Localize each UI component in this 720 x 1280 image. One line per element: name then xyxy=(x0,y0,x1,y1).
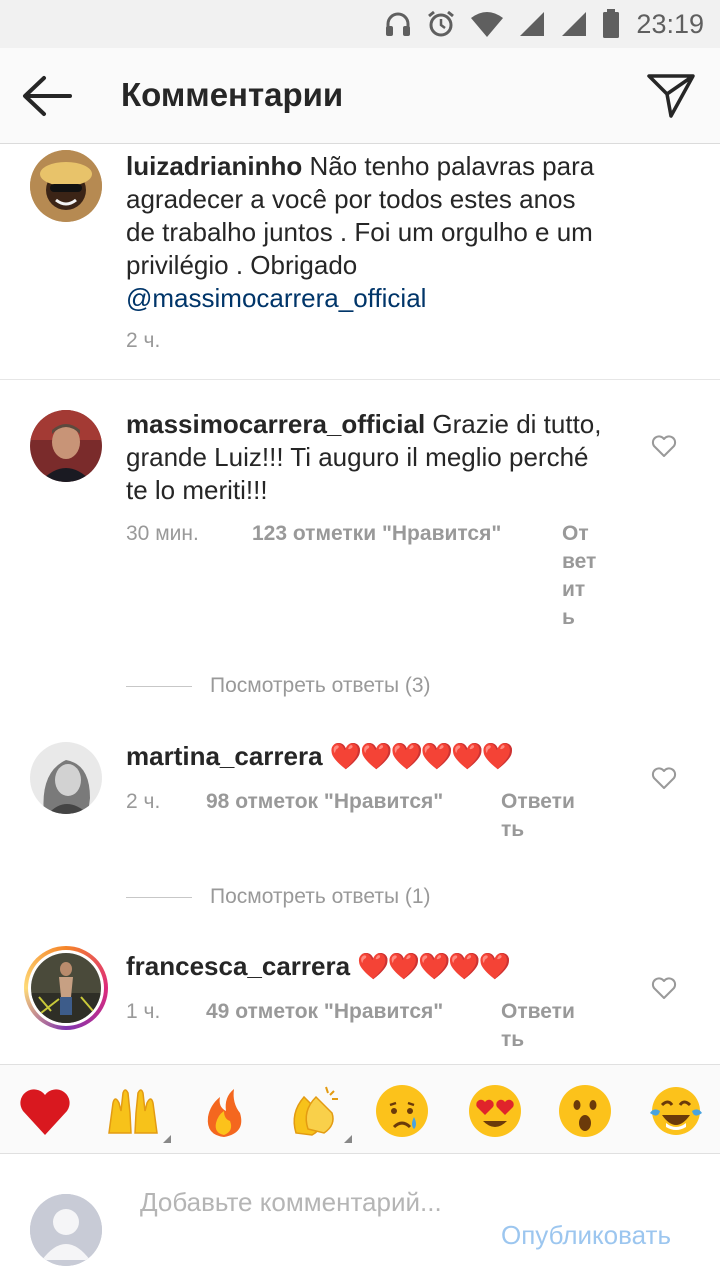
paper-plane-icon xyxy=(647,74,695,118)
status-time: 23:19 xyxy=(636,8,704,39)
comment-time: 1 ч. xyxy=(126,1000,161,1023)
comment-username[interactable]: luizadrianinho xyxy=(126,151,302,181)
wifi-icon xyxy=(471,12,504,37)
headphones-icon xyxy=(386,12,411,36)
tears-of-joy-emoji-button[interactable] xyxy=(648,1083,704,1139)
crying-face-icon xyxy=(376,1085,428,1137)
publish-button[interactable]: Опубликовать xyxy=(501,1220,671,1251)
comment-text: francesca_carrera ❤️❤️❤️❤️❤️ xyxy=(126,950,606,983)
back-arrow-icon xyxy=(23,76,72,116)
comment-time: 30 мин. xyxy=(126,522,199,545)
avatar-image xyxy=(30,742,102,814)
emoji-quick-bar xyxy=(0,1064,720,1154)
current-user-avatar xyxy=(30,1194,102,1266)
raising-hands-icon xyxy=(108,1089,158,1134)
avatar-image xyxy=(31,953,101,1023)
heart-eyes-emoji-button[interactable] xyxy=(467,1083,523,1139)
heart-outline-icon xyxy=(651,977,677,999)
comment-text: martina_carrera ❤️❤️❤️❤️❤️❤️ xyxy=(126,740,606,773)
like-heart-button[interactable] xyxy=(651,434,677,458)
default-avatar-icon xyxy=(30,1194,102,1266)
view-replies-link[interactable]: Посмотреть ответы (3) xyxy=(126,674,431,698)
heart-eyes-icon xyxy=(469,1085,521,1137)
avatar[interactable] xyxy=(30,742,102,814)
comment-username[interactable]: martina_carrera xyxy=(126,741,323,771)
astonished-face-icon xyxy=(559,1085,611,1137)
reply-button[interactable]: Ответить xyxy=(562,520,598,632)
crying-face-emoji-button[interactable] xyxy=(374,1083,430,1139)
comment-composer: Добавьте комментарий... Опубликовать xyxy=(0,1154,720,1280)
signal-icon-2 xyxy=(562,12,587,36)
comment-likes[interactable]: 123 отметки "Нравится" xyxy=(252,522,501,546)
fire-emoji-button[interactable] xyxy=(196,1083,252,1139)
comment-text: massimocarrera_official Grazie di tutto,… xyxy=(126,408,606,507)
heart-outline-icon xyxy=(651,767,677,789)
divider xyxy=(0,379,720,380)
comment-username[interactable]: francesca_carrera xyxy=(126,951,350,981)
replies-line xyxy=(126,685,192,687)
avatar[interactable] xyxy=(30,410,102,482)
like-heart-button[interactable] xyxy=(651,766,677,790)
tears-of-joy-icon xyxy=(650,1087,702,1135)
direct-send-button[interactable] xyxy=(646,72,696,120)
variant-indicator xyxy=(163,1135,171,1143)
mention-link[interactable]: @massimocarrera_official xyxy=(126,283,426,313)
astonished-face-emoji-button[interactable] xyxy=(557,1083,613,1139)
comment-time: 2 ч. xyxy=(126,329,161,352)
avatar[interactable] xyxy=(30,150,102,222)
back-button[interactable] xyxy=(20,74,74,118)
view-replies-link[interactable]: Посмотреть ответы (1) xyxy=(126,885,431,909)
status-icons: 23:19 xyxy=(384,0,704,48)
comment-text: luizadrianinho Não tenho palavras para a… xyxy=(126,150,596,315)
clapping-hands-icon xyxy=(293,1086,338,1136)
like-heart-button[interactable] xyxy=(651,976,677,1000)
avatar-ring-gap xyxy=(28,950,104,1026)
reply-button[interactable]: Ответить xyxy=(501,998,585,1054)
view-replies-label: Посмотреть ответы (3) xyxy=(210,674,431,697)
status-bar: 23:19 xyxy=(0,0,720,48)
signal-icon xyxy=(520,12,545,36)
alarm-icon xyxy=(428,10,455,37)
red-heart-icon xyxy=(20,1089,70,1135)
avatar-story-ring[interactable] xyxy=(24,946,108,1030)
avatar-image xyxy=(30,150,102,222)
comment-likes[interactable]: 49 отметок "Нравится" xyxy=(206,1000,443,1024)
comment-time: 2 ч. xyxy=(126,790,161,813)
avatar-image xyxy=(30,410,102,482)
battery-icon xyxy=(603,9,620,38)
comment-body: ❤️❤️❤️❤️❤️❤️ xyxy=(329,741,514,771)
view-replies-label: Посмотреть ответы (1) xyxy=(210,885,431,908)
raising-hands-emoji-button[interactable] xyxy=(105,1083,171,1143)
heart-outline-icon xyxy=(651,435,677,457)
red-heart-emoji-button[interactable] xyxy=(17,1083,73,1139)
comment-username[interactable]: massimocarrera_official xyxy=(126,409,425,439)
replies-line xyxy=(126,896,192,898)
comment-input[interactable]: Добавьте комментарий... xyxy=(140,1186,470,1218)
comment-likes[interactable]: 98 отметок "Нравится" xyxy=(206,790,443,814)
header: Комментарии xyxy=(0,48,720,144)
comment-body: ❤️❤️❤️❤️❤️ xyxy=(357,951,511,981)
fire-icon xyxy=(207,1089,242,1137)
clapping-hands-emoji-button[interactable] xyxy=(286,1083,352,1143)
reply-button[interactable]: Ответить xyxy=(501,788,585,844)
variant-indicator xyxy=(344,1135,352,1143)
page-title: Комментарии xyxy=(121,76,344,113)
